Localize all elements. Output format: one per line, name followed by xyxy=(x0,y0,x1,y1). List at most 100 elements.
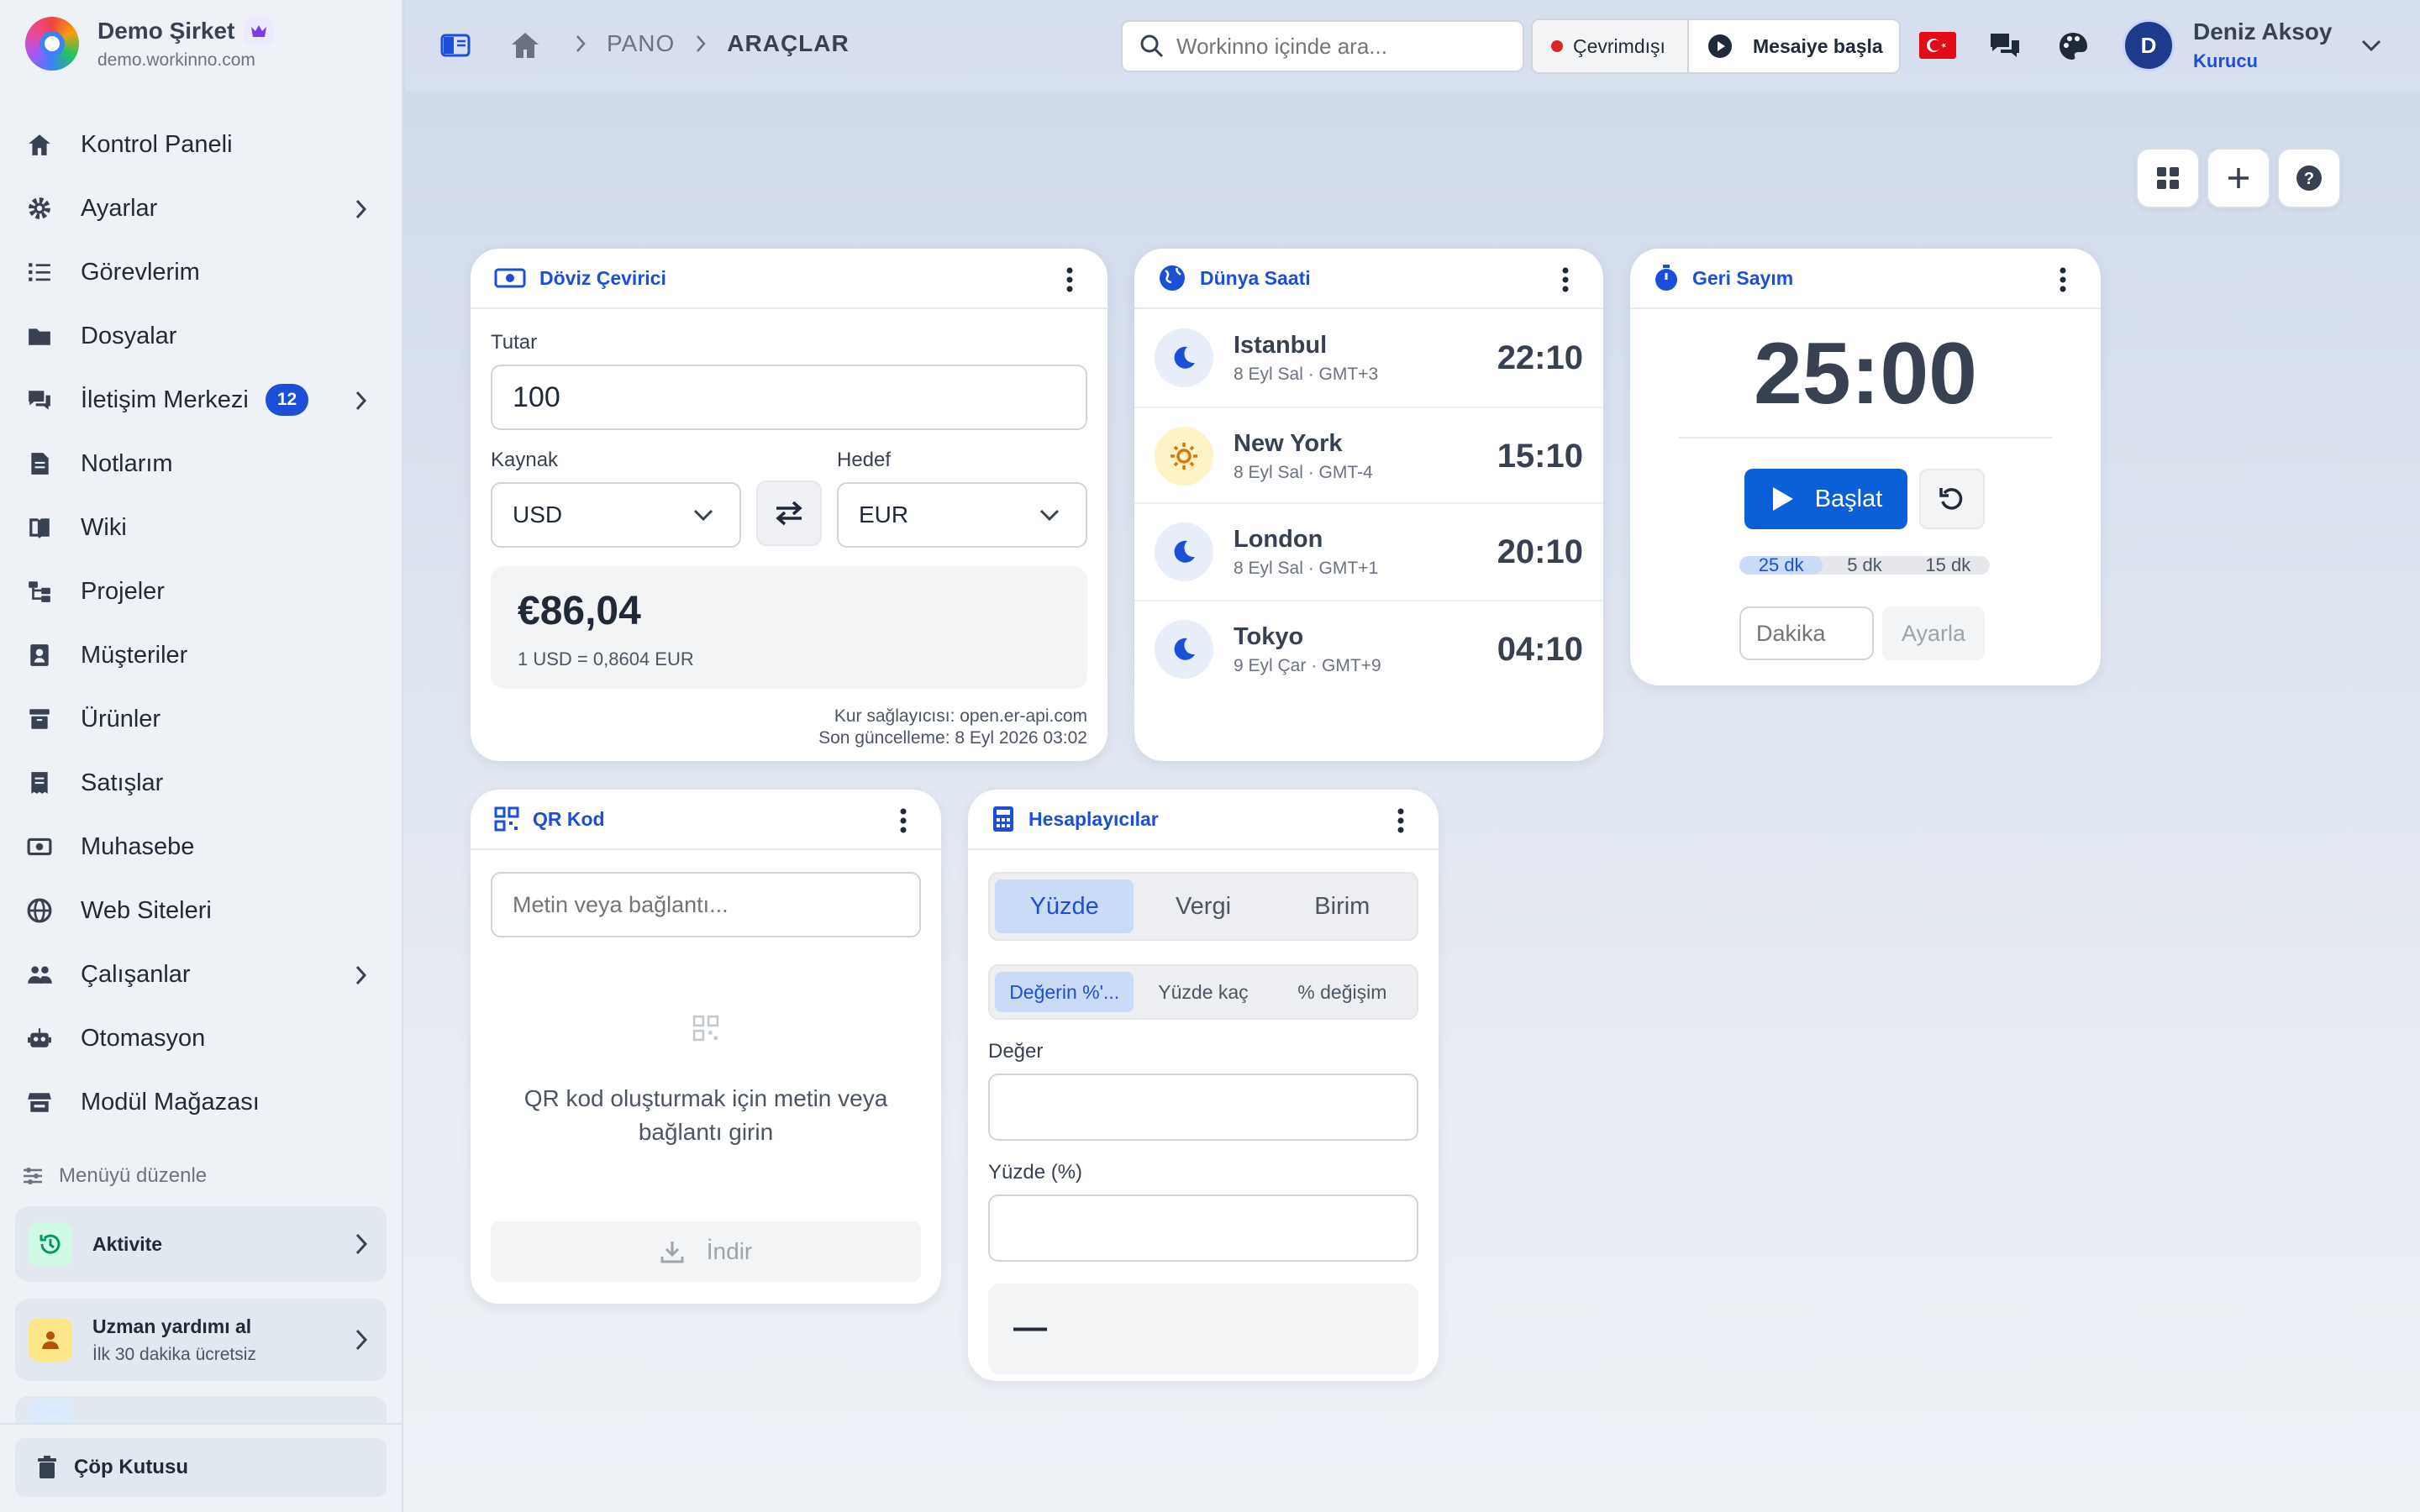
tab-unit[interactable]: Birim xyxy=(1273,879,1412,933)
sidebar-item[interactable]: Ayarlar xyxy=(27,185,378,232)
minutes-input[interactable] xyxy=(1739,606,1874,660)
grid-icon xyxy=(2157,167,2179,189)
svg-text:?: ? xyxy=(2304,170,2314,188)
sidebar-item-label: Satışlar xyxy=(81,769,164,796)
qr-text-field[interactable] xyxy=(513,891,899,918)
grid-layout-button[interactable] xyxy=(2136,148,2200,208)
rate-meta: Kur sağlayıcısı: open.er-api.com Son gün… xyxy=(818,706,1087,749)
sidebar-toggle-icon[interactable] xyxy=(440,32,471,63)
percent-input[interactable] xyxy=(988,1194,1418,1262)
palette-icon[interactable] xyxy=(2057,30,2089,66)
expert-title: Uzman yardımı al xyxy=(92,1315,252,1337)
clock-row: Istanbul 8 Eyl Sal · GMT+3 22:10 xyxy=(1134,309,1603,407)
countdown-display: 25:00 xyxy=(1754,325,1977,423)
breadcrumb-item[interactable]: PANO xyxy=(607,30,675,57)
sidebar-item[interactable]: Otomasyon xyxy=(27,1015,378,1062)
kebab-menu-icon[interactable] xyxy=(2059,267,2067,292)
chevron-right-icon xyxy=(355,965,367,985)
expert-help-card[interactable]: Uzman yardımı al İlk 30 dakika ücretsiz xyxy=(15,1299,387,1381)
calc-result: — xyxy=(988,1284,1418,1374)
add-widget-button[interactable] xyxy=(2207,148,2270,208)
start-button[interactable]: Başlat xyxy=(1744,469,1907,529)
kebab-menu-icon[interactable] xyxy=(1065,267,1074,292)
sidebar-item[interactable]: Wiki xyxy=(27,504,378,551)
sidebar-item[interactable]: Satışlar xyxy=(27,759,378,806)
widget-title: Geri Sayım xyxy=(1692,266,1794,289)
history-icon xyxy=(29,1222,72,1266)
sidebar-item[interactable]: Müşteriler xyxy=(27,632,378,679)
city-date: 8 Eyl Sal · GMT-4 xyxy=(1234,462,1373,482)
home-icon[interactable] xyxy=(509,30,541,65)
amount-value: 100 xyxy=(513,381,560,413)
breadcrumb: PANO ARAÇLAR xyxy=(555,30,850,57)
minutes-field[interactable] xyxy=(1756,620,1857,647)
play-icon xyxy=(1772,487,1793,511)
help-button[interactable]: ? xyxy=(2277,148,2341,208)
kebab-menu-icon[interactable] xyxy=(899,808,908,833)
chevron-right-icon xyxy=(355,1329,368,1351)
sidebar-item-label: Görevlerim xyxy=(81,258,200,286)
person-icon xyxy=(29,1318,72,1362)
rate-updated: Son güncelleme: 8 Eyl 2026 03:02 xyxy=(818,728,1087,748)
search-box[interactable] xyxy=(1121,20,1524,72)
subtab-what-percent[interactable]: Yüzde kaç xyxy=(1134,972,1272,1012)
sidebar-item[interactable]: Web Siteleri xyxy=(27,887,378,934)
company-domain: demo.workinno.com xyxy=(97,50,255,70)
folder-icon xyxy=(27,323,60,349)
sidebar-item[interactable]: Dosyalar xyxy=(27,312,378,360)
preset-5[interactable]: 5 dk xyxy=(1823,556,1906,575)
sidebar-item[interactable]: Görevlerim xyxy=(27,249,378,296)
search-input[interactable] xyxy=(1176,33,1512,60)
reset-button[interactable] xyxy=(1919,469,1985,529)
status-button[interactable]: Çevrimdışı xyxy=(1533,20,1689,72)
activity-card[interactable]: Aktivite xyxy=(15,1206,387,1282)
chevron-down-icon xyxy=(2362,39,2381,52)
qr-text-input[interactable] xyxy=(491,872,921,937)
clock-row: New York 8 Eyl Sal · GMT-4 15:10 xyxy=(1134,407,1603,504)
sidebar-item[interactable]: Modül Mağazası xyxy=(27,1079,378,1126)
world-clock-widget: Dünya Saati Istanbul 8 Eyl Sal · GMT+3 22:… xyxy=(1134,249,1603,761)
sidebar-item[interactable]: İletişim Merkezi 12 xyxy=(27,376,378,423)
sidebar-item-label: İletişim Merkezi xyxy=(81,386,249,413)
sidebar-item[interactable]: Projeler xyxy=(27,568,378,615)
preset-15[interactable]: 15 dk xyxy=(1907,556,1990,575)
tab-percent[interactable]: Yüzde xyxy=(995,879,1134,933)
sidebar-item[interactable]: Ürünler xyxy=(27,696,378,743)
partial-card[interactable] xyxy=(15,1396,387,1423)
amount-input[interactable]: 100 xyxy=(491,365,1087,430)
menu-edit-button[interactable]: Menüyü düzenle xyxy=(22,1164,207,1188)
download-button[interactable]: İndir xyxy=(491,1221,921,1282)
rate-provider: Kur sağlayıcısı: open.er-api.com xyxy=(834,706,1087,726)
qr-placeholder-icon xyxy=(692,1015,719,1042)
calculator-icon xyxy=(993,806,1013,832)
start-shift-button[interactable]: Mesaiye başla xyxy=(1689,20,1899,72)
widget-title: Hesaplayıcılar xyxy=(1028,807,1159,830)
brand[interactable]: Demo Şirket demo.workinno.com xyxy=(25,17,274,71)
kebab-menu-icon[interactable] xyxy=(1561,267,1570,292)
stopwatch-icon xyxy=(1655,265,1677,291)
moon-icon xyxy=(1155,328,1213,387)
expert-subtitle: İlk 30 dakika ücretsiz xyxy=(92,1344,256,1364)
target-select[interactable]: EUR xyxy=(837,482,1087,548)
tab-tax[interactable]: Vergi xyxy=(1134,879,1272,933)
preset-25[interactable]: 25 dk xyxy=(1739,556,1823,575)
sidebar-item[interactable]: Muhasebe xyxy=(27,823,378,870)
messages-icon[interactable] xyxy=(1988,30,2022,66)
set-button[interactable]: Ayarla xyxy=(1882,606,1985,660)
user-menu[interactable]: D Deniz Aksoy Kurucu xyxy=(2123,18,2382,72)
receipt-icon xyxy=(27,770,60,795)
source-select[interactable]: USD xyxy=(491,482,741,548)
checklist-icon xyxy=(27,260,60,285)
kebab-menu-icon[interactable] xyxy=(1397,808,1405,833)
sidebar-item[interactable]: Kontrol Paneli xyxy=(27,121,378,168)
chevron-right-icon xyxy=(575,34,587,54)
value-input[interactable] xyxy=(988,1074,1418,1141)
calc-result-value: — xyxy=(1013,1309,1047,1346)
trash-button[interactable]: Çöp Kutusu xyxy=(15,1438,387,1497)
subtab-percent-of[interactable]: Değerin %'... xyxy=(995,972,1134,1012)
subtab-percent-change[interactable]: % değişim xyxy=(1273,972,1412,1012)
turkish-flag-icon[interactable] xyxy=(1919,32,1956,63)
swap-button[interactable] xyxy=(756,480,822,546)
sidebar-item[interactable]: Notlarım xyxy=(27,440,378,487)
sidebar-item[interactable]: Çalışanlar xyxy=(27,951,378,998)
